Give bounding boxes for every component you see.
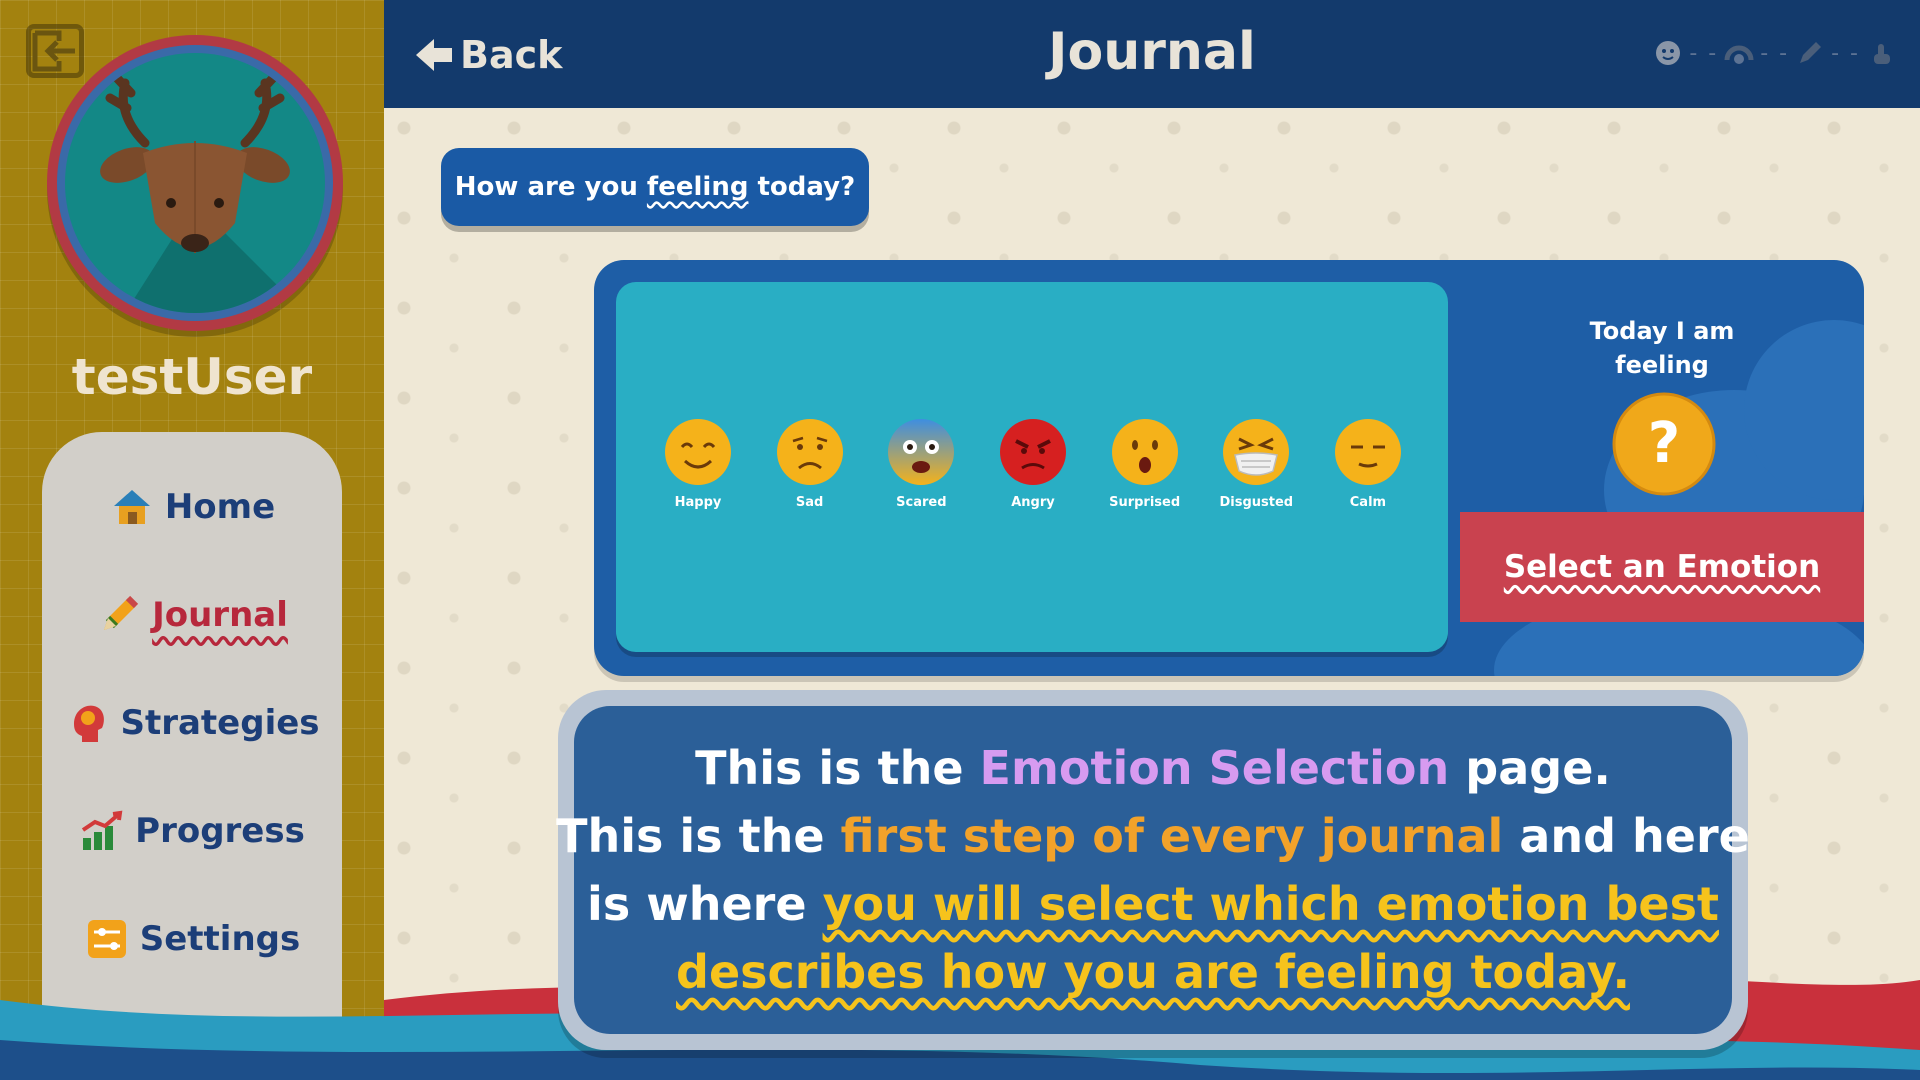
emotion-label: Happy <box>674 495 722 510</box>
tutorial-content: This is the Emotion Selection page. This… <box>556 706 1750 1034</box>
tutorial-line-4: describes how you are feeling today. <box>676 942 1630 1002</box>
top-bar: Back Journal - - - - - - <box>384 0 1920 108</box>
angry-face-icon <box>999 419 1066 485</box>
tutorial-text: and here <box>1503 809 1750 863</box>
house-icon <box>113 490 150 524</box>
today-feeling-panel: Today I am feeling ? Select an Emotion <box>1460 260 1864 676</box>
emotion-selection-card: Happy Sad Scared Angry Surprised Disgust… <box>594 260 1864 676</box>
emotion-label: Scared <box>896 495 947 510</box>
tutorial-line-2: This is the first step of every journal … <box>556 806 1750 866</box>
nav-item-progress[interactable]: Progress <box>42 796 342 866</box>
rainbow-step-icon <box>1724 45 1754 64</box>
nav-label-home: Home <box>164 487 276 527</box>
tutorial-highlight: describes how you are feeling today. <box>676 945 1630 999</box>
logout-arrow-icon <box>32 30 75 72</box>
question-bubble: How are you feeling today? <box>441 148 869 226</box>
emotion-label: Sad <box>795 495 824 510</box>
emotion-happy[interactable]: Happy <box>648 417 748 510</box>
question-suffix: today? <box>748 172 856 202</box>
emotion-step-icon <box>1656 41 1681 65</box>
today-line-1: Today I am <box>1589 317 1735 345</box>
nav-label-strategies: Strategies <box>120 703 320 743</box>
happy-face-icon <box>665 419 731 485</box>
tutorial-line-3: is where you will select which emotion b… <box>587 874 1719 934</box>
tutorial-highlight: Emotion Selection <box>979 741 1450 795</box>
logout-icon[interactable] <box>26 24 84 78</box>
emotion-label: Disgusted <box>1219 495 1294 510</box>
nav-label-progress: Progress <box>135 811 305 851</box>
scared-face-icon <box>888 419 955 485</box>
sad-face-icon <box>776 419 843 485</box>
pencil-icon <box>104 595 139 630</box>
tutorial-text: This is the <box>695 741 980 795</box>
calm-face-icon <box>1334 419 1401 485</box>
emotion-panel: Happy Sad Scared Angry Surprised Disgust… <box>616 282 1448 652</box>
nav-item-strategies[interactable]: Strategies <box>42 688 342 758</box>
today-line-2: feeling <box>1615 351 1709 379</box>
tutorial-highlight: you will select which emotion best <box>822 877 1719 931</box>
tutorial-tooltip: This is the Emotion Selection page. This… <box>556 690 1750 1050</box>
sidebar: testUser Home Journal Strategies Progres… <box>0 0 384 1080</box>
question-prefix: How are you <box>454 172 647 202</box>
tutorial-text: page. <box>1449 741 1611 795</box>
emotion-label: Angry <box>1011 495 1055 510</box>
question-mark-icon: ? <box>1612 392 1716 496</box>
emotion-surprised[interactable]: Surprised <box>1095 417 1195 510</box>
nav-item-home[interactable]: Home <box>42 472 342 542</box>
today-feeling-text: Today I am feeling <box>1460 314 1864 382</box>
tutorial-text: is where <box>587 877 823 931</box>
disgusted-face-icon <box>1223 419 1290 485</box>
username: testUser <box>71 348 313 406</box>
tutorial-line-1: This is the Emotion Selection page. <box>695 738 1611 798</box>
nav-label-settings: Settings <box>139 919 301 959</box>
emotion-list: Happy Sad Scared Angry Surprised Disgust… <box>648 417 1418 510</box>
emotion-label: Surprised <box>1109 495 1181 510</box>
step-connector: - - <box>1831 40 1860 66</box>
deer-avatar-icon <box>100 73 325 313</box>
emotion-calm[interactable]: Calm <box>1318 417 1418 510</box>
surprised-face-icon <box>1111 419 1178 485</box>
emotion-angry[interactable]: Angry <box>983 417 1083 510</box>
svg-text:?: ? <box>1648 411 1680 476</box>
step-connector: - - <box>1689 40 1719 66</box>
emotion-disgusted[interactable]: Disgusted <box>1206 417 1306 510</box>
select-emotion-label: Select an Emotion <box>1503 549 1821 585</box>
emotion-scared[interactable]: Scared <box>871 417 971 510</box>
head-icon <box>74 705 105 742</box>
emotion-sad[interactable]: Sad <box>760 417 860 510</box>
nav-label-journal: Journal <box>152 595 288 635</box>
tutorial-text: This is the <box>556 809 841 863</box>
tutorial-highlight: first step of every journal <box>840 809 1504 863</box>
nav-item-journal[interactable]: Journal <box>42 580 342 650</box>
question-emphasis: feeling <box>646 172 749 202</box>
pencil-step-icon <box>1800 42 1822 63</box>
chart-icon <box>82 810 123 850</box>
emotion-label: Calm <box>1349 495 1387 510</box>
sliders-icon <box>87 920 126 958</box>
avatar[interactable] <box>47 35 343 331</box>
select-emotion-button[interactable]: Select an Emotion <box>1460 512 1864 622</box>
step-connector: - - <box>1760 40 1790 66</box>
journal-steps: - - - - - - <box>1653 38 1896 68</box>
hand-step-icon <box>1874 44 1890 64</box>
